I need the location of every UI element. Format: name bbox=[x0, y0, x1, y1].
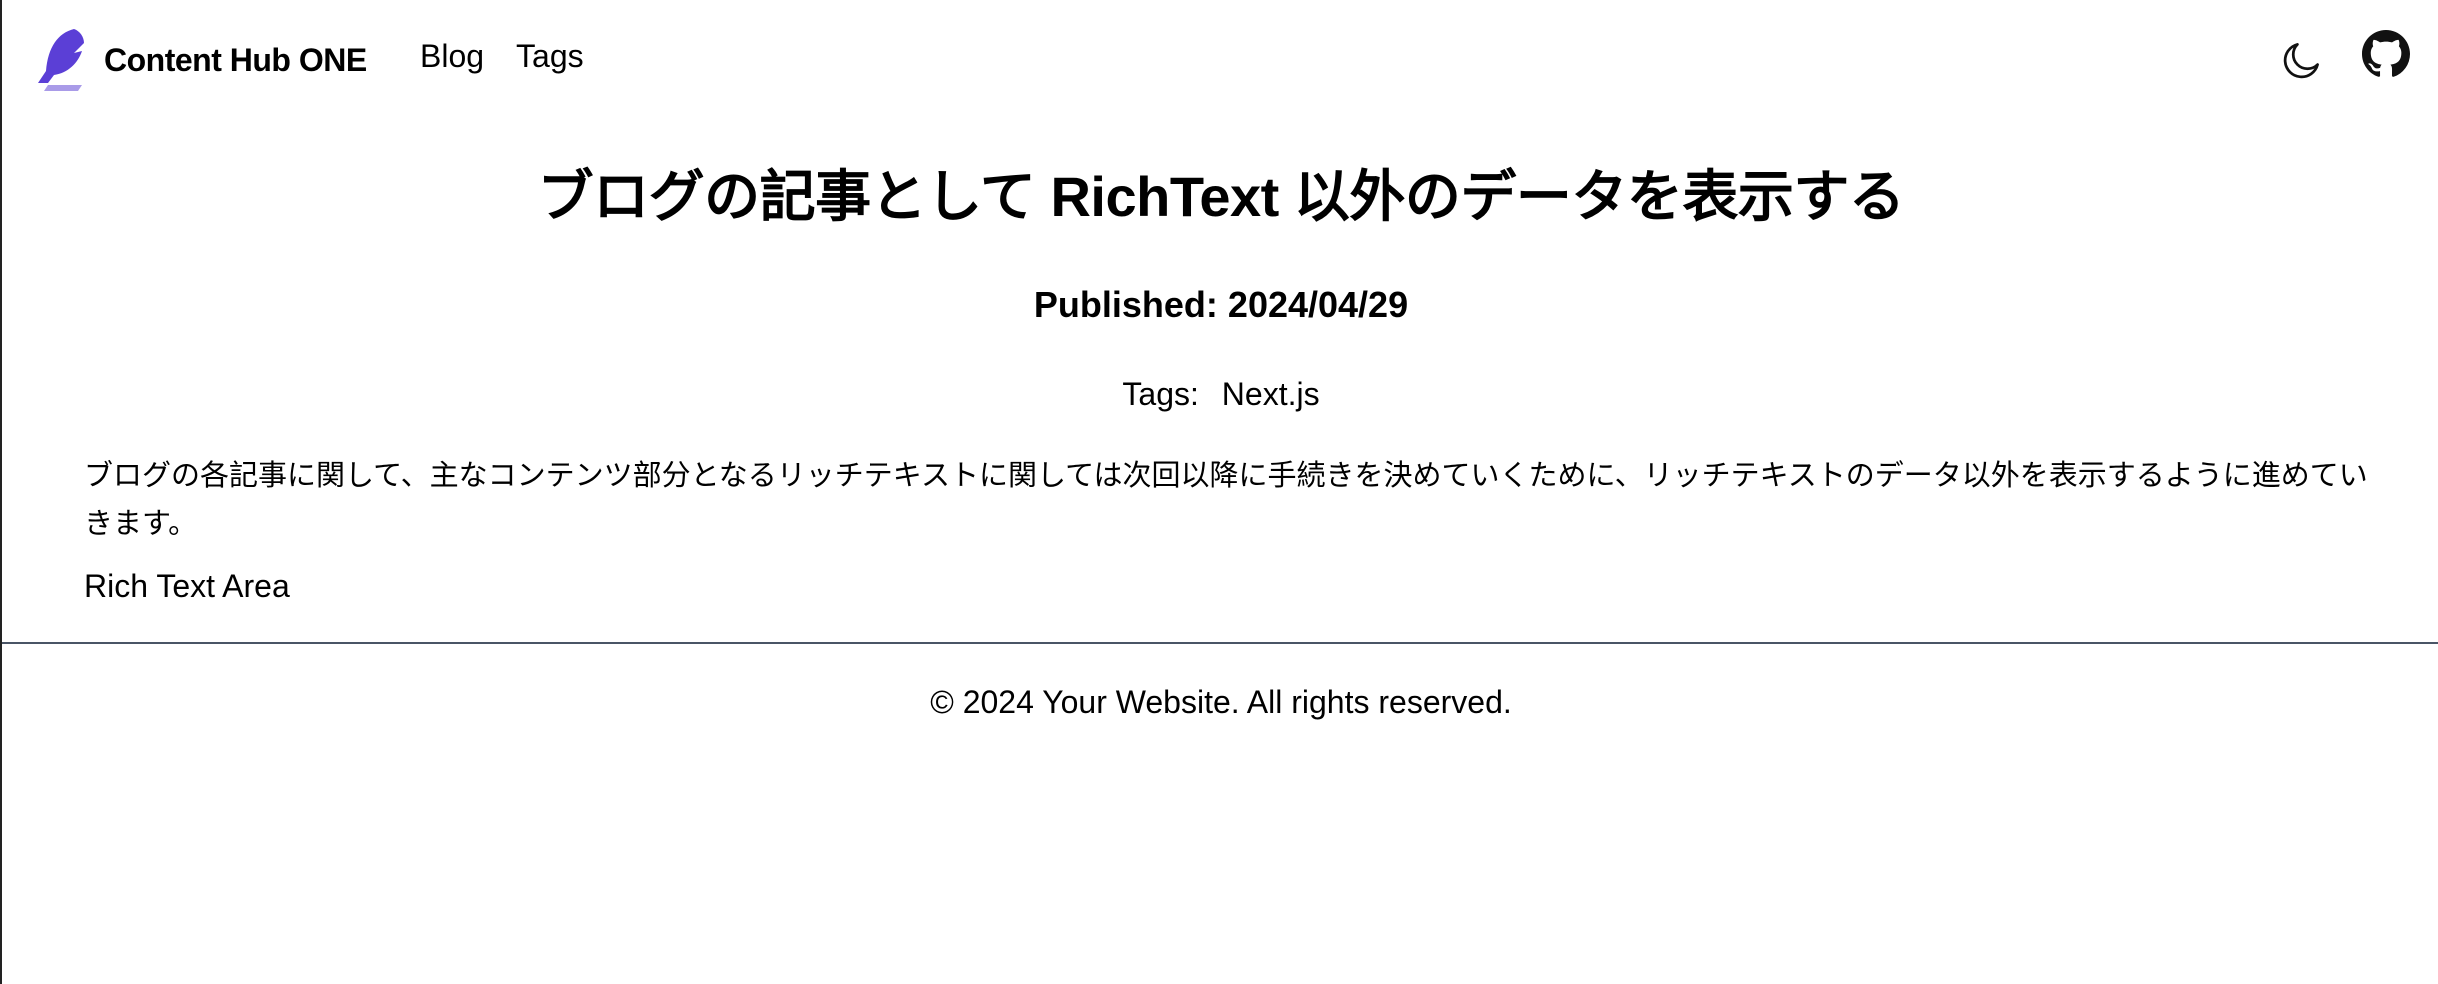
tag-link-nextjs[interactable]: Next.js bbox=[1222, 376, 1320, 412]
moon-icon bbox=[2283, 43, 2319, 79]
tags-row: Tags: Next.js bbox=[2, 376, 2438, 413]
rich-text-area: Rich Text Area bbox=[84, 568, 290, 604]
footer-divider bbox=[2, 642, 2438, 644]
nav-link-blog[interactable]: Blog bbox=[420, 38, 484, 75]
main-nav: Blog Tags bbox=[420, 38, 584, 75]
article-title: ブログの記事として RichText 以外のデータを表示する bbox=[537, 165, 1905, 228]
github-link[interactable] bbox=[2362, 30, 2410, 78]
article-body: ブログの各記事に関して、主なコンテンツ部分となるリッチテキストに関しては次回以降… bbox=[84, 460, 2368, 540]
copyright-text: © 2024 Your Website. All rights reserved… bbox=[930, 684, 1512, 720]
site-header: Content Hub ONE Blog Tags bbox=[2, 0, 2438, 122]
nav-link-tags[interactable]: Tags bbox=[516, 38, 584, 75]
published-date: Published: 2024/04/29 bbox=[1033, 284, 1409, 325]
brand-name: Content Hub ONE bbox=[104, 41, 367, 78]
brand-home-link[interactable]: Content Hub ONE bbox=[34, 26, 367, 94]
feather-logo-icon bbox=[38, 29, 84, 91]
github-icon bbox=[2362, 30, 2410, 77]
tags-label: Tags: bbox=[1122, 376, 1199, 412]
page-frame: Content Hub ONE Blog Tags ブログの記事として Rich… bbox=[0, 0, 2438, 984]
theme-toggle-button[interactable] bbox=[2280, 38, 2324, 82]
